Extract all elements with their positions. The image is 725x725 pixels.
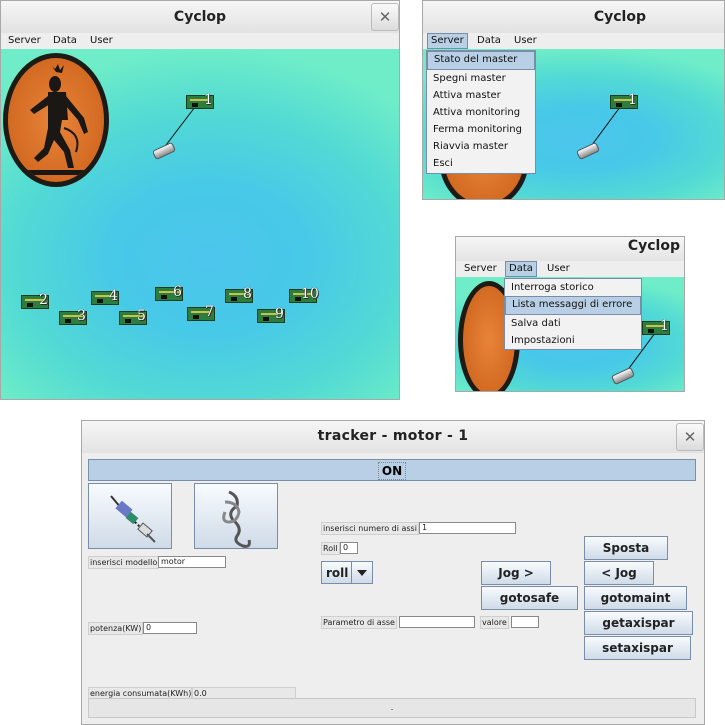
menu-item-interroga-storico[interactable]: Interroga storico — [505, 279, 641, 296]
menu-server[interactable]: Server — [8, 34, 41, 48]
menu-user[interactable]: User — [547, 262, 570, 276]
menu-server-open[interactable]: Server — [427, 33, 468, 49]
menu-item-spegni-master[interactable]: Spegni master — [427, 70, 535, 87]
board-label-2: 2 — [39, 292, 48, 308]
data-window-title: Cyclop — [456, 237, 684, 263]
setaxispar-button[interactable]: setaxispar — [584, 636, 691, 660]
board-label-7: 7 — [205, 304, 214, 320]
board-label-6: 6 — [173, 284, 182, 300]
status-bar-on: ON — [88, 459, 696, 481]
sposta-button[interactable]: Sposta — [584, 536, 668, 560]
menu-data[interactable]: Data — [477, 34, 501, 48]
data-dropdown: Interroga storico Lista messaggi di erro… — [504, 278, 642, 350]
model-label: inserisci modello — [88, 556, 160, 569]
jog-back-button[interactable]: < Jog — [584, 561, 654, 585]
status-text: . — [390, 703, 394, 712]
power-field[interactable]: 0 — [143, 622, 197, 634]
menu-data[interactable]: Data — [53, 34, 77, 48]
gotosafe-button[interactable]: gotosafe — [481, 586, 578, 610]
board-label-5: 5 — [137, 308, 146, 324]
board-label-10: 10 — [301, 286, 319, 302]
getaxispar-button[interactable]: getaxispar — [584, 611, 693, 635]
close-icon[interactable]: ✕ — [371, 3, 399, 31]
axis-select-value: roll — [326, 566, 349, 580]
main-window-title: Cyclop — [1, 1, 399, 33]
cable-image-button[interactable] — [194, 483, 278, 549]
menu-user[interactable]: User — [90, 34, 113, 48]
server-dropdown: Stato del master Spegni master Attiva ma… — [426, 50, 536, 174]
data-menu-window: Cyclop Server Data User 1 Interroga stor… — [455, 236, 685, 392]
axis-select[interactable]: roll — [321, 561, 373, 584]
connector-image-button[interactable] — [88, 483, 172, 549]
param-field[interactable] — [399, 616, 475, 628]
menu-data-open[interactable]: Data — [505, 261, 537, 277]
power-label: potenza(KW) — [88, 622, 144, 635]
menu-item-stato-master[interactable]: Stato del master — [427, 51, 535, 70]
board-label-9: 9 — [275, 306, 284, 322]
board-label-1: 1 — [204, 92, 213, 108]
menu-user[interactable]: User — [514, 34, 537, 48]
menu-item-impostazioni[interactable]: Impostazioni — [505, 332, 641, 349]
menu-item-ferma-monitoring[interactable]: Ferma monitoring — [427, 121, 535, 138]
gotomaint-button[interactable]: gotomaint — [584, 586, 687, 610]
roll-field[interactable]: 0 — [340, 542, 358, 554]
chevron-down-icon[interactable] — [351, 562, 372, 583]
menu-item-esci[interactable]: Esci — [427, 155, 535, 172]
board-label-1: 1 — [628, 92, 637, 108]
main-menubar: Server Data User — [1, 33, 399, 49]
menu-item-attiva-master[interactable]: Attiva master — [427, 87, 535, 104]
tracker-window: tracker - motor - 1 ✕ ON inserisci model… — [81, 420, 705, 725]
axes-label: inserisci numero di assi — [321, 522, 419, 535]
status-label: ON — [377, 462, 407, 480]
data-window-menubar: Server Data User — [456, 261, 684, 277]
tracker-window-title: tracker - motor - 1 — [82, 421, 704, 453]
valore-label: valore — [480, 616, 509, 629]
model-field[interactable]: motor — [158, 556, 226, 568]
jog-forward-button[interactable]: Jog > — [481, 561, 551, 585]
menu-item-riavvia-master[interactable]: Riavvia master — [427, 138, 535, 155]
menu-item-attiva-monitoring[interactable]: Attiva monitoring — [427, 104, 535, 121]
param-label: Parametro di asse — [321, 616, 397, 629]
board-label-1: 1 — [660, 318, 669, 334]
tracker-status-bar: . — [88, 698, 696, 718]
server-window-menubar: Server Data User — [423, 33, 724, 49]
menu-item-salva-dati[interactable]: Salva dati — [505, 315, 641, 332]
server-window-title: Cyclop — [423, 1, 724, 33]
roll-label: Roll — [321, 542, 340, 555]
server-menu-window: Cyclop Server Data User 1 Stato del mast… — [422, 0, 725, 200]
main-window: Cyclop ✕ Server Data User 1 2 3 4 5 6 7 … — [0, 0, 400, 400]
menu-server[interactable]: Server — [464, 262, 497, 276]
close-icon[interactable]: ✕ — [676, 423, 704, 451]
board-label-3: 3 — [77, 308, 86, 324]
board-label-8: 8 — [243, 286, 252, 302]
valore-field[interactable] — [511, 616, 539, 628]
axes-field[interactable]: 1 — [419, 522, 516, 534]
network-canvas[interactable]: 1 2 3 4 5 6 7 8 9 10 — [1, 49, 399, 399]
board-label-4: 4 — [109, 288, 118, 304]
menu-item-lista-messaggi[interactable]: Lista messaggi di errore — [505, 296, 641, 315]
